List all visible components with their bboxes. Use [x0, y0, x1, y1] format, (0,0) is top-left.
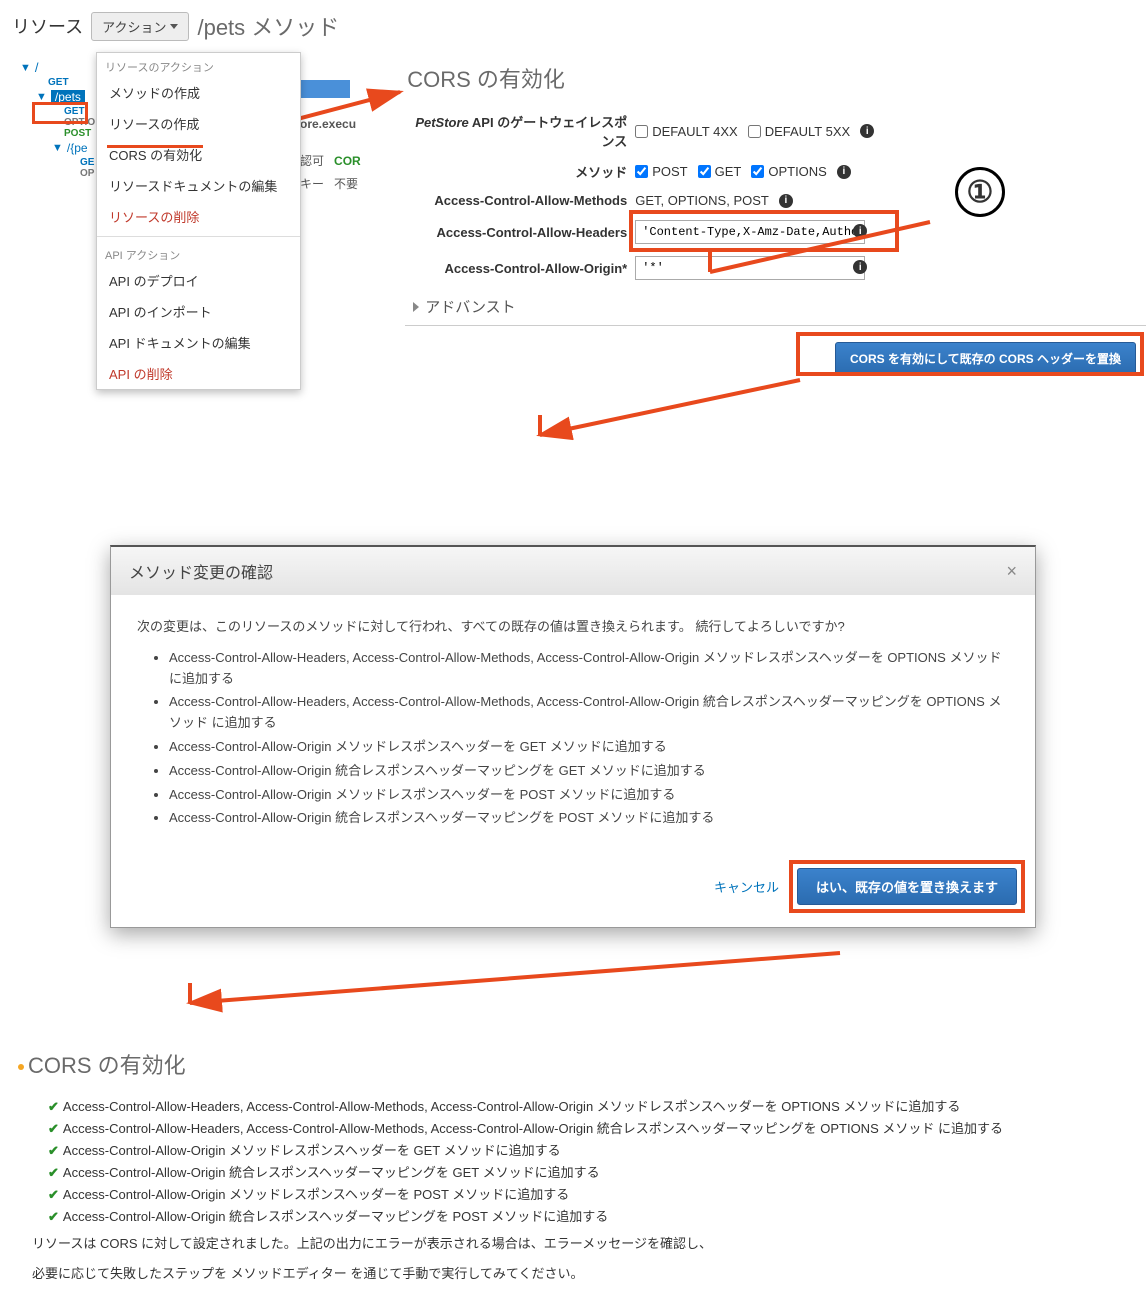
- info-icon[interactable]: i: [860, 124, 874, 138]
- modal-change-list: Access-Control-Allow-Headers, Access-Con…: [169, 648, 1009, 829]
- list-item: Access-Control-Allow-Headers, Access-Con…: [169, 648, 1009, 690]
- dd-delete-resource[interactable]: リソースの削除: [97, 201, 300, 232]
- annotation-highlight-confirm: [789, 860, 1025, 913]
- info-icon[interactable]: i: [779, 194, 793, 208]
- allow-headers-label: Access-Control-Allow-Headers: [405, 225, 635, 240]
- check-icon: ✔: [48, 1209, 59, 1224]
- caret-down-icon: [170, 24, 178, 29]
- cors-title: CORS の有効化: [407, 62, 1146, 94]
- tree-toggle-icon[interactable]: ▼: [20, 62, 31, 74]
- tree-petid[interactable]: /{pe: [67, 141, 88, 155]
- modal-title: メソッド変更の確認: [129, 559, 273, 583]
- allow-origin-label: Access-Control-Allow-Origin*: [405, 261, 635, 276]
- list-item: Access-Control-Allow-Origin 統合レスポンスヘッダーマ…: [169, 761, 1009, 782]
- method-get-checkbox[interactable]: GET: [698, 164, 742, 179]
- tree-root[interactable]: /: [35, 60, 39, 75]
- list-item: ✔Access-Control-Allow-Origin メソッドレスポンスヘッ…: [48, 1140, 1132, 1159]
- allow-headers-input[interactable]: [635, 220, 865, 244]
- resources-label: リソース: [12, 13, 83, 39]
- actions-dropdown-button[interactable]: アクション: [91, 12, 189, 41]
- list-item: ✔Access-Control-Allow-Headers, Access-Co…: [48, 1096, 1132, 1115]
- annotation-underline-cors: [107, 145, 203, 148]
- caret-right-icon: [413, 302, 419, 312]
- checkbox-post[interactable]: [635, 165, 648, 178]
- close-icon[interactable]: ×: [1006, 561, 1017, 582]
- page-title: /pets メソッド: [197, 10, 339, 42]
- cancel-button[interactable]: キャンセル: [714, 877, 779, 896]
- method-label: メソッド: [405, 162, 635, 181]
- info-icon[interactable]: i: [837, 165, 851, 179]
- bg-fragment: ore.execu: [300, 117, 356, 131]
- check-icon: ✔: [48, 1121, 59, 1136]
- list-item: ✔Access-Control-Allow-Headers, Access-Co…: [48, 1118, 1132, 1137]
- check-icon: ✔: [48, 1187, 59, 1202]
- confirm-modal: メソッド変更の確認 × 次の変更は、このリソースのメソッドに対して行われ、すべて…: [110, 545, 1036, 928]
- annotation-arrow: [160, 948, 860, 1018]
- default-5xx-checkbox[interactable]: DEFAULT 5XX: [748, 124, 851, 139]
- checkbox-get[interactable]: [698, 165, 711, 178]
- dd-delete-api[interactable]: API の削除: [97, 358, 300, 389]
- list-item: ✔Access-Control-Allow-Origin メソッドレスポンスヘッ…: [48, 1184, 1132, 1203]
- check-icon: ✔: [48, 1143, 59, 1158]
- modal-lead-text: 次の変更は、このリソースのメソッドに対して行われ、すべての既存の値は置き換えられ…: [137, 617, 1009, 638]
- bg-fragment: [300, 80, 350, 101]
- annotation-arrow: [510, 375, 810, 455]
- method-post-checkbox[interactable]: POST: [635, 164, 687, 179]
- check-icon: ✔: [48, 1099, 59, 1114]
- list-item: Access-Control-Allow-Origin メソッドレスポンスヘッダ…: [169, 737, 1009, 758]
- dropdown-section-api: API アクション: [97, 241, 300, 265]
- tree-toggle-icon[interactable]: ▼: [52, 142, 63, 154]
- checkbox-options[interactable]: [751, 165, 764, 178]
- list-item: ✔Access-Control-Allow-Origin 統合レスポンスヘッダー…: [48, 1206, 1132, 1225]
- annotation-circle-1: ①: [955, 167, 1005, 217]
- allow-methods-label: Access-Control-Allow-Methods: [405, 193, 635, 208]
- result-title: CORS の有効化: [18, 1048, 1132, 1080]
- bullet-icon: [18, 1064, 24, 1070]
- method-post-label: POST: [652, 164, 687, 179]
- result-note-2: 必要に応じて失敗したステップを メソッドエディター を通じて手動で実行してみてく…: [18, 1263, 1132, 1285]
- annotation-highlight-pets: [32, 102, 88, 124]
- dd-create-resource[interactable]: リソースの作成: [97, 108, 300, 139]
- check-icon: ✔: [48, 1165, 59, 1180]
- divider: [97, 236, 300, 237]
- dd-deploy-api[interactable]: API のデプロイ: [97, 265, 300, 296]
- method-options-checkbox[interactable]: OPTIONS: [751, 164, 827, 179]
- dropdown-section-resource: リソースのアクション: [97, 53, 300, 77]
- list-item: Access-Control-Allow-Headers, Access-Con…: [169, 692, 1009, 734]
- dd-import-api[interactable]: API のインポート: [97, 296, 300, 327]
- dd-enable-cors[interactable]: CORS の有効化: [97, 139, 300, 170]
- list-item: ✔Access-Control-Allow-Origin 統合レスポンスヘッダー…: [48, 1162, 1132, 1181]
- bg-fragment: キー 不要: [300, 175, 358, 192]
- list-item: Access-Control-Allow-Origin メソッドレスポンスヘッダ…: [169, 785, 1009, 806]
- gateway-response-label: PetStore API のゲートウェイレスポンス: [405, 112, 635, 150]
- default-4xx-label: DEFAULT 4XX: [652, 124, 738, 139]
- default-4xx-checkbox[interactable]: DEFAULT 4XX: [635, 124, 738, 139]
- list-item: Access-Control-Allow-Origin 統合レスポンスヘッダーマ…: [169, 808, 1009, 829]
- bg-fragment: 認可 COR: [300, 152, 361, 169]
- allow-origin-input[interactable]: [635, 256, 865, 280]
- advanced-label: アドバンスト: [425, 296, 515, 317]
- dd-edit-resource-doc[interactable]: リソースドキュメントの編集: [97, 170, 300, 201]
- checkbox-4xx[interactable]: [635, 125, 648, 138]
- advanced-toggle[interactable]: アドバンスト: [413, 296, 1146, 317]
- result-note-1: リソースは CORS に対して設定されました。上記の出力にエラーが表示される場合…: [18, 1233, 1132, 1255]
- dd-edit-api-doc[interactable]: API ドキュメントの編集: [97, 327, 300, 358]
- default-5xx-label: DEFAULT 5XX: [765, 124, 851, 139]
- actions-dropdown-menu: リソースのアクション メソッドの作成 リソースの作成 CORS の有効化 リソー…: [96, 52, 301, 390]
- method-options-label: OPTIONS: [768, 164, 827, 179]
- actions-label: アクション: [102, 17, 166, 36]
- checkbox-5xx[interactable]: [748, 125, 761, 138]
- result-list: ✔Access-Control-Allow-Headers, Access-Co…: [18, 1096, 1132, 1225]
- allow-methods-value: GET, OPTIONS, POST: [635, 193, 769, 208]
- annotation-highlight-apply: [796, 332, 1144, 376]
- dd-create-method[interactable]: メソッドの作成: [97, 77, 300, 108]
- method-get-label: GET: [715, 164, 742, 179]
